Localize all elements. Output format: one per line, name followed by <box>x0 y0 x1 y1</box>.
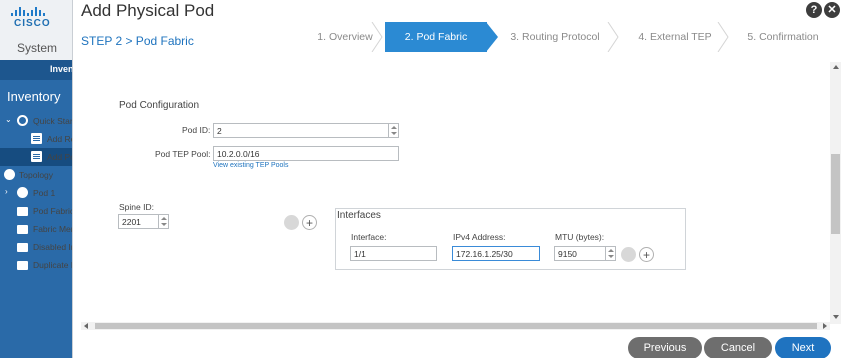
document-icon <box>31 151 42 162</box>
subtab-inventory[interactable]: Inventory <box>50 64 72 74</box>
cancel-button[interactable]: Cancel <box>704 337 772 358</box>
wizard-steps: 1. Overview 2. Pod Fabric 3. Routing Pro… <box>307 22 835 52</box>
tree-item-disabled-interfaces[interactable]: Disabled Interfaces <box>0 238 72 256</box>
scroll-right-icon[interactable] <box>823 323 827 329</box>
mtu-input[interactable]: 9150 <box>554 246 606 261</box>
wizard-step-pod-fabric[interactable]: 2. Pod Fabric <box>385 22 498 52</box>
scroll-up-icon[interactable] <box>833 65 839 69</box>
pod-id-input[interactable]: 2 <box>213 123 389 138</box>
step-separator-icon <box>717 22 729 52</box>
tree-item-label: Pod 1 <box>33 188 56 198</box>
dialog-title: Add Physical Pod <box>81 1 215 20</box>
tree-item-quick-start[interactable]: ⌄ Quick Start <box>0 112 72 130</box>
inventory-heading: Inventory <box>7 89 61 104</box>
tree-item-add-pod[interactable]: Add Pod <box>0 148 72 166</box>
view-existing-tep-pools-link[interactable]: View existing TEP Pools <box>213 162 289 169</box>
wizard-step-routing-protocol[interactable]: 3. Routing Protocol <box>491 22 619 52</box>
pod-id-stepper[interactable] <box>389 123 399 138</box>
tree-item-add-remote[interactable]: Add Remote <box>0 130 72 148</box>
remove-spine-button <box>284 215 299 230</box>
wizard-step-overview[interactable]: 1. Overview <box>307 22 383 52</box>
interface-input[interactable]: 1/1 <box>350 246 437 261</box>
step-separator-icon <box>607 22 619 52</box>
scroll-down-icon[interactable] <box>833 315 839 319</box>
quick-start-icon <box>17 115 28 126</box>
app-sidebar: CISCO System Inventory Inventory ⌄ Quick… <box>0 0 72 358</box>
tree-item-label: Quick Start <box>33 116 72 126</box>
wizard-step-label: 5. Confirmation <box>747 31 819 43</box>
pod-tep-pool-label: Pod TEP Pool: <box>155 149 211 159</box>
next-button[interactable]: Next <box>775 337 831 358</box>
wizard-step-external-tep[interactable]: 4. External TEP <box>621 22 729 52</box>
wizard-step-label: 3. Routing Protocol <box>510 31 600 43</box>
expand-chevron-icon[interactable]: › <box>5 187 8 196</box>
tab-system[interactable]: System <box>17 41 57 55</box>
tree-item-label: Pod Fabric <box>33 206 72 216</box>
pod-tep-pool-input[interactable]: 10.2.0.0/16 <box>213 146 399 161</box>
spine-id-stepper[interactable] <box>159 214 169 229</box>
ipv4-address-label: IPv4 Address: <box>453 232 506 242</box>
tree-item-fabric-membership[interactable]: Fabric Membership <box>0 220 72 238</box>
interfaces-heading: Interfaces <box>337 210 381 221</box>
mtu-stepper[interactable] <box>606 246 616 261</box>
remove-interface-button <box>621 247 636 262</box>
tree-item-label: Add Pod <box>47 152 72 162</box>
tree-item-duplicate-ip[interactable]: Duplicate IP <box>0 256 72 274</box>
tree-item-pod-fabric[interactable]: Pod Fabric <box>0 202 72 220</box>
document-icon <box>31 133 42 144</box>
vertical-scrollbar[interactable] <box>830 62 841 324</box>
add-spine-button[interactable]: + <box>302 215 317 230</box>
horizontal-scroll-thumb[interactable] <box>95 323 817 329</box>
tree-item-label: Fabric Membership <box>33 224 72 234</box>
wizard-step-label: 4. External TEP <box>638 31 712 43</box>
spine-id-label: Spine ID: <box>119 202 154 212</box>
cisco-logo-text: CISCO <box>14 18 51 29</box>
tree-item-label: Disabled Interfaces <box>33 242 72 252</box>
step-label: STEP 2 > Pod Fabric <box>81 34 194 48</box>
step-separator-icon <box>371 22 383 52</box>
tree-item-topology[interactable]: Topology <box>0 166 72 184</box>
pod-configuration-heading: Pod Configuration <box>119 100 200 111</box>
wizard-step-label: 1. Overview <box>317 31 373 43</box>
spine-id-input[interactable]: 2201 <box>118 214 159 229</box>
interface-label: Interface: <box>351 232 387 242</box>
expand-chevron-icon[interactable]: ⌄ <box>5 115 12 124</box>
folder-icon <box>17 225 28 234</box>
sidebar-header: CISCO System <box>0 0 72 60</box>
cisco-logo: CISCO <box>8 4 64 32</box>
folder-icon <box>17 243 28 252</box>
wizard-step-confirmation[interactable]: 5. Confirmation <box>731 22 835 52</box>
help-button[interactable]: ? <box>806 2 822 18</box>
ipv4-address-input[interactable]: 172.16.1.25/30 <box>452 246 540 261</box>
close-button[interactable]: ✕ <box>824 2 840 18</box>
tree-item-label: Topology <box>19 170 54 180</box>
globe-icon <box>4 169 15 180</box>
scroll-left-icon[interactable] <box>84 323 88 329</box>
add-physical-pod-dialog: Add Physical Pod ? ✕ STEP 2 > Pod Fabric… <box>72 0 856 358</box>
vertical-scroll-thumb[interactable] <box>831 154 840 234</box>
tree-item-pod-1[interactable]: › Pod 1 <box>0 184 72 202</box>
mtu-label: MTU (bytes): <box>555 232 605 242</box>
wizard-step-label: 2. Pod Fabric <box>404 31 468 43</box>
globe-icon <box>17 187 28 198</box>
folder-icon <box>17 261 28 270</box>
tree-item-label: Add Remote <box>47 134 72 144</box>
wizard-content: Pod Configuration Pod ID: 2 Pod TEP Pool… <box>81 62 833 324</box>
previous-button[interactable]: Previous <box>628 337 702 358</box>
tree-item-label: Duplicate IP <box>33 260 72 270</box>
add-interface-button[interactable]: + <box>639 247 654 262</box>
pod-id-label: Pod ID: <box>182 125 211 135</box>
folder-icon <box>17 207 28 216</box>
horizontal-scrollbar[interactable] <box>81 322 830 330</box>
